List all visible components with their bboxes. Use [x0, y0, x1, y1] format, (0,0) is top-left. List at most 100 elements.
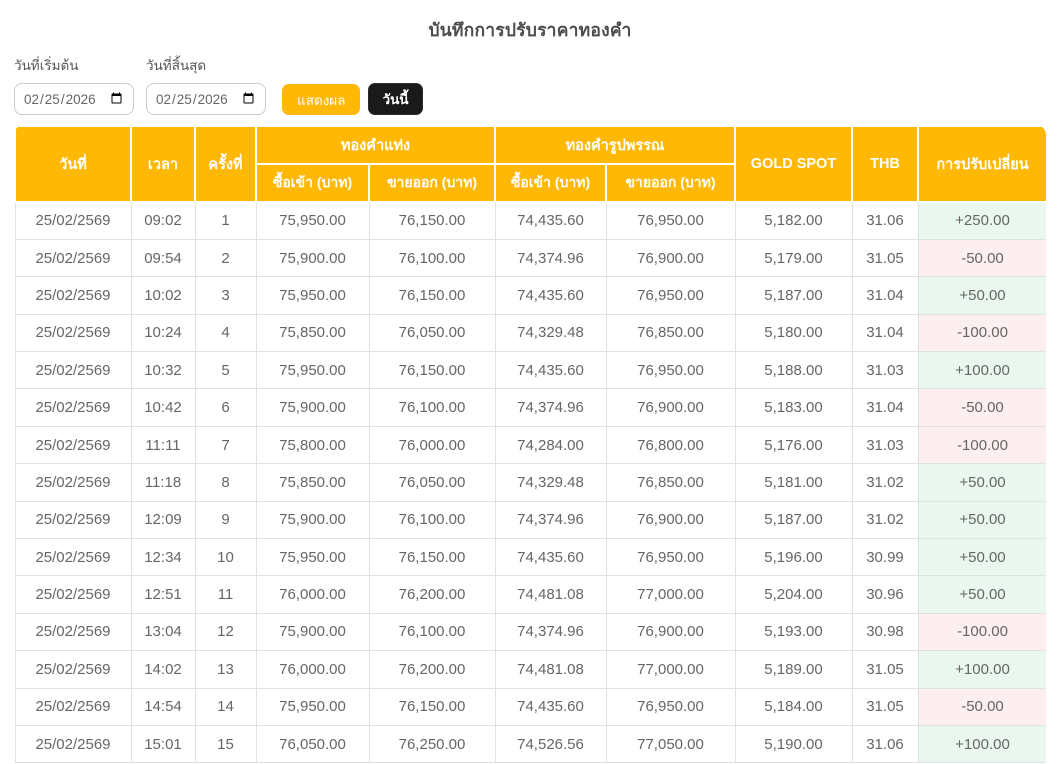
- cell-time: 14:02: [130, 650, 196, 689]
- cell-date: 25/02/2569: [14, 538, 132, 577]
- cell-orn-sell: 76,950.00: [605, 201, 736, 240]
- cell-no: 8: [194, 463, 257, 502]
- cell-change: +50.00: [917, 500, 1046, 540]
- today-button[interactable]: วันนี้: [368, 83, 423, 115]
- cell-bar-buy: 75,900.00: [255, 388, 370, 427]
- cell-orn-sell: 76,900.00: [605, 612, 736, 652]
- cell-bar-buy: 75,950.00: [255, 687, 370, 726]
- cell-orn-sell: 76,800.00: [605, 425, 736, 465]
- cell-orn-sell: 76,950.00: [605, 276, 736, 315]
- cell-orn-sell: 76,900.00: [605, 238, 736, 278]
- cell-spot: 5,196.00: [734, 538, 853, 577]
- table-row: 25/02/2569 09:54 2 75,900.00 76,100.00 74,374…: [14, 238, 1046, 278]
- cell-bar-buy: 75,800.00: [255, 425, 370, 465]
- cell-date: 25/02/2569: [14, 500, 132, 540]
- cell-no: 6: [194, 388, 257, 427]
- show-results-button[interactable]: แสดงผล: [282, 84, 361, 115]
- cell-bar-sell: 76,250.00: [368, 724, 496, 764]
- cell-change: -50.00: [917, 388, 1046, 427]
- table-row: 25/02/2569 14:02 13 76,000.00 76,200.00 74,48…: [14, 650, 1046, 689]
- cell-spot: 5,176.00: [734, 425, 853, 465]
- header-thb: THB: [851, 125, 919, 203]
- cell-bar-sell: 76,050.00: [368, 313, 496, 353]
- cell-time: 13:04: [130, 612, 196, 652]
- cell-bar-buy: 76,000.00: [255, 575, 370, 614]
- cell-bar-sell: 76,150.00: [368, 201, 496, 240]
- cell-thb: 31.05: [851, 687, 919, 726]
- cell-orn-buy: 74,526.56: [494, 724, 607, 764]
- header-bar-sell: ขายออก (บาท): [368, 163, 496, 203]
- cell-date: 25/02/2569: [14, 425, 132, 465]
- cell-thb: 31.02: [851, 500, 919, 540]
- cell-change: +250.00: [917, 201, 1046, 240]
- header-gold-bar-group: ทองคำแท่ง: [255, 125, 496, 165]
- table-header: วันที่ เวลา ครั้งที่ ทองคำแท่ง ทองคำรูปพ…: [14, 125, 1046, 203]
- cell-no: 7: [194, 425, 257, 465]
- table-row: 25/02/2569 10:24 4 75,850.00 76,050.00 74,329…: [14, 313, 1046, 353]
- cell-orn-buy: 74,481.08: [494, 575, 607, 614]
- table-row: 25/02/2569 12:34 10 75,950.00 76,150.00 74,43…: [14, 538, 1046, 577]
- cell-time: 11:11: [130, 425, 196, 465]
- cell-change: +100.00: [917, 724, 1046, 764]
- cell-no: 10: [194, 538, 257, 577]
- cell-orn-sell: 76,950.00: [605, 351, 736, 390]
- cell-date: 25/02/2569: [14, 238, 132, 278]
- filter-bar: วันที่เริ่มต้น วันที่สิ้นสุด แสดงผล วันน…: [14, 54, 1046, 115]
- cell-no: 13: [194, 650, 257, 689]
- cell-change: +50.00: [917, 276, 1046, 315]
- cell-date: 25/02/2569: [14, 351, 132, 390]
- end-date-label: วันที่สิ้นสุด: [146, 58, 207, 73]
- cell-no: 11: [194, 575, 257, 614]
- gold-price-table: วันที่ เวลา ครั้งที่ ทองคำแท่ง ทองคำรูปพ…: [14, 125, 1046, 764]
- table-body: 25/02/2569 09:02 1 75,950.00 76,150.00 74,435…: [14, 201, 1046, 764]
- cell-orn-buy: 74,435.60: [494, 538, 607, 577]
- start-date-input[interactable]: [14, 83, 134, 115]
- cell-bar-buy: 75,950.00: [255, 351, 370, 390]
- cell-bar-buy: 75,950.00: [255, 276, 370, 315]
- header-orn-buy: ซื้อเข้า (บาท): [494, 163, 607, 203]
- table-row: 25/02/2569 13:04 12 75,900.00 76,100.00 74,37…: [14, 612, 1046, 652]
- cell-change: -100.00: [917, 425, 1046, 465]
- cell-thb: 31.03: [851, 351, 919, 390]
- table-row: 25/02/2569 12:51 11 76,000.00 76,200.00 74,48…: [14, 575, 1046, 614]
- cell-bar-sell: 76,100.00: [368, 500, 496, 540]
- cell-bar-sell: 76,200.00: [368, 650, 496, 689]
- page-title: บันทึกการปรับราคาทองคำ: [428, 20, 632, 40]
- table-row: 25/02/2569 10:02 3 75,950.00 76,150.00 74,435…: [14, 276, 1046, 315]
- cell-bar-buy: 75,850.00: [255, 313, 370, 353]
- cell-date: 25/02/2569: [14, 463, 132, 502]
- cell-orn-buy: 74,435.60: [494, 276, 607, 315]
- cell-orn-buy: 74,284.00: [494, 425, 607, 465]
- cell-no: 12: [194, 612, 257, 652]
- cell-date: 25/02/2569: [14, 388, 132, 427]
- cell-time: 12:51: [130, 575, 196, 614]
- cell-no: 14: [194, 687, 257, 726]
- cell-bar-buy: 76,050.00: [255, 724, 370, 764]
- cell-bar-sell: 76,050.00: [368, 463, 496, 502]
- cell-change: +50.00: [917, 538, 1046, 577]
- cell-orn-buy: 74,374.96: [494, 238, 607, 278]
- cell-orn-sell: 77,000.00: [605, 650, 736, 689]
- cell-orn-buy: 74,435.60: [494, 201, 607, 240]
- cell-thb: 31.02: [851, 463, 919, 502]
- header-gold-ornament-group: ทองคำรูปพรรณ: [494, 125, 736, 165]
- cell-orn-sell: 76,950.00: [605, 538, 736, 577]
- header-gold-spot: GOLD SPOT: [734, 125, 853, 203]
- cell-no: 1: [194, 201, 257, 240]
- cell-time: 11:18: [130, 463, 196, 502]
- cell-bar-sell: 76,150.00: [368, 687, 496, 726]
- cell-change: +100.00: [917, 650, 1046, 689]
- cell-orn-buy: 74,435.60: [494, 687, 607, 726]
- cell-thb: 31.04: [851, 276, 919, 315]
- cell-spot: 5,193.00: [734, 612, 853, 652]
- table-row: 25/02/2569 11:11 7 75,800.00 76,000.00 74,284…: [14, 425, 1046, 465]
- end-date-input[interactable]: [146, 83, 266, 115]
- table-row: 25/02/2569 11:18 8 75,850.00 76,050.00 74,329…: [14, 463, 1046, 502]
- cell-time: 10:32: [130, 351, 196, 390]
- cell-time: 12:09: [130, 500, 196, 540]
- cell-time: 12:34: [130, 538, 196, 577]
- cell-spot: 5,179.00: [734, 238, 853, 278]
- cell-orn-buy: 74,329.48: [494, 313, 607, 353]
- cell-spot: 5,181.00: [734, 463, 853, 502]
- cell-orn-sell: 76,900.00: [605, 500, 736, 540]
